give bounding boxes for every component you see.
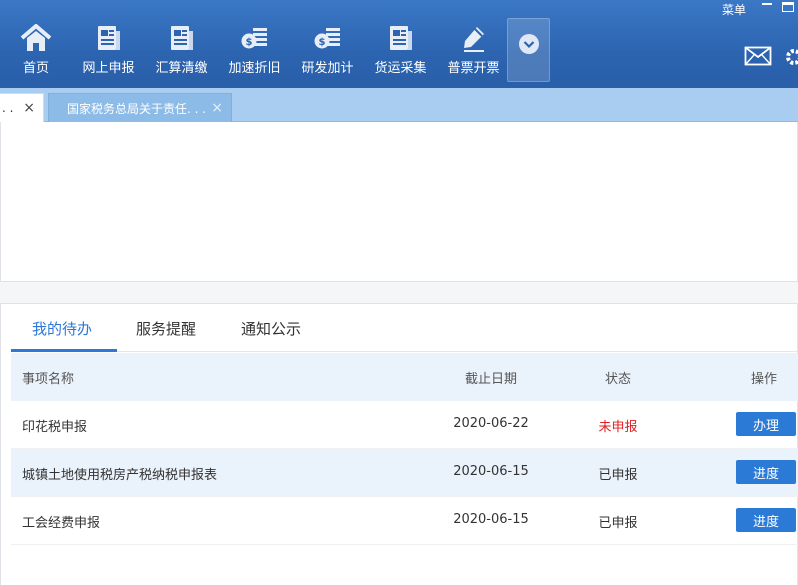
handle-button[interactable]: 办理 — [736, 412, 796, 436]
main-nav: 首页 网上申报 汇算清缴 $ 加速折旧 $ 研发加计 货运采集 普票开票 — [0, 18, 510, 82]
item-name: 城镇土地使用税房产税纳税申报表 — [22, 468, 218, 483]
status-badge: 已申报 — [598, 516, 638, 531]
coin-stack-icon: $ — [312, 18, 344, 58]
status-badge: 已申报 — [598, 468, 638, 483]
table-row: 印花税申报 2020-06-22 未申报 办理 — [11, 401, 798, 449]
document-icon — [94, 18, 124, 58]
table-row: 工会经费申报 2020-06-15 已申报 进度 — [11, 497, 798, 545]
tab-notices[interactable]: 通知公示 — [241, 318, 301, 339]
mail-icon[interactable] — [744, 46, 772, 66]
close-icon[interactable]: × — [23, 100, 35, 116]
panel-tabs: 我的待办 服务提醒 通知公示 — [11, 304, 798, 352]
column-header-status: 状态 — [604, 372, 631, 387]
chevron-down-icon — [518, 34, 539, 54]
tab-label: . . — [2, 101, 14, 115]
nav-item-label: 网上申报 — [82, 61, 135, 76]
progress-button[interactable]: 进度 — [736, 508, 796, 532]
progress-button[interactable]: 进度 — [736, 460, 796, 484]
menu-button[interactable]: 菜单 — [722, 1, 746, 18]
tab-my-todo[interactable]: 我的待办 — [32, 318, 92, 339]
tab-label: 国家税务总局关于责任. . . — [67, 101, 207, 116]
tab-home[interactable]: . . × — [0, 93, 44, 122]
close-icon[interactable]: × — [211, 100, 223, 116]
more-nav-button[interactable] — [507, 18, 550, 82]
nav-item-home[interactable]: 首页 — [0, 18, 72, 82]
nav-item-invoice[interactable]: 普票开票 — [437, 18, 510, 82]
nav-item-label: 普票开票 — [447, 61, 500, 76]
pen-icon — [459, 18, 489, 58]
active-tab-indicator — [11, 349, 117, 352]
nav-item-label: 首页 — [22, 61, 49, 76]
tab-strip: . . × 国家税务总局关于责任. . . × — [0, 88, 798, 122]
maximize-button[interactable] — [782, 2, 794, 12]
nav-item-online-filing[interactable]: 网上申报 — [72, 18, 145, 82]
nav-item-label: 汇算清缴 — [155, 61, 208, 76]
coin-stack-icon: $ — [239, 18, 271, 58]
nav-item-settlement[interactable]: 汇算清缴 — [145, 18, 218, 82]
document-icon — [167, 18, 197, 58]
column-header-name: 事项名称 — [22, 372, 75, 387]
minimize-button[interactable] — [762, 3, 772, 5]
nav-item-label: 研发加计 — [301, 61, 354, 76]
nav-item-freight-collection[interactable]: 货运采集 — [364, 18, 437, 82]
status-badge: 未申报 — [598, 420, 638, 435]
column-header-action: 操作 — [751, 372, 778, 387]
tab-notice[interactable]: 国家税务总局关于责任. . . × — [48, 93, 232, 122]
item-deadline: 2020-06-15 — [453, 464, 529, 479]
home-icon — [19, 18, 53, 58]
top-toolbar: 菜单 首页 网上申报 汇算清缴 $ 加速折旧 $ 研发加计 货运采集 普票开票 — [0, 0, 798, 88]
gear-icon[interactable] — [784, 47, 798, 67]
column-header-deadline: 截止日期 — [464, 372, 517, 387]
nav-item-label: 加速折旧 — [228, 61, 281, 76]
item-name: 工会经费申报 — [22, 516, 101, 531]
item-deadline: 2020-06-15 — [453, 512, 529, 527]
content-panel-top — [0, 122, 798, 282]
svg-text:$: $ — [245, 37, 252, 48]
table-row: 城镇土地使用税房产税纳税申报表 2020-06-15 已申报 进度 — [11, 449, 798, 497]
item-name: 印花税申报 — [22, 420, 88, 435]
nav-item-label: 货运采集 — [374, 61, 427, 76]
todo-panel: 我的待办 服务提醒 通知公示 事项名称 截止日期 状态 操作 印花税申报 202… — [0, 303, 798, 585]
nav-item-rd-deduction[interactable]: $ 研发加计 — [291, 18, 364, 82]
table-header: 事项名称 截止日期 状态 操作 — [11, 353, 798, 401]
svg-text:$: $ — [318, 37, 325, 48]
document-icon — [386, 18, 416, 58]
tab-service-reminder[interactable]: 服务提醒 — [136, 318, 196, 339]
nav-item-accelerated-depreciation[interactable]: $ 加速折旧 — [218, 18, 291, 82]
item-deadline: 2020-06-22 — [453, 416, 529, 431]
